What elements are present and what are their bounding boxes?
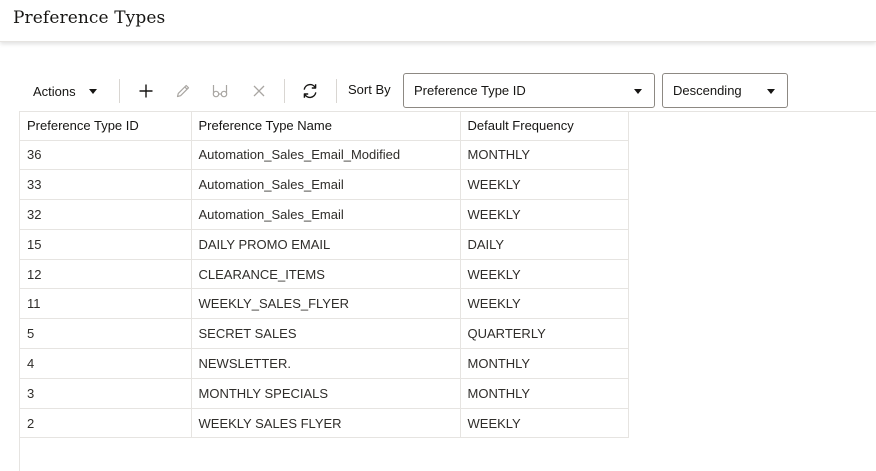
cell-preference-type-name: Automation_Sales_Email (191, 199, 461, 230)
table-row[interactable]: 11 WEEKLY_SALES_FLYER WEEKLY (20, 288, 629, 320)
cell-preference-type-id: 33 (20, 169, 192, 201)
table-row[interactable]: 12 CLEARANCE_ITEMS WEEKLY (20, 259, 629, 290)
chevron-down-icon (89, 89, 97, 94)
refresh-icon (303, 83, 317, 99)
cell-default-frequency: WEEKLY (460, 408, 629, 439)
cell-preference-type-id: 5 (20, 318, 192, 350)
table-row[interactable]: 5 SECRET SALES QUARTERLY (20, 318, 629, 350)
cell-preference-type-id: 3 (20, 378, 192, 409)
pencil-icon (176, 84, 190, 98)
table-row[interactable]: 3 MONTHLY SPECIALS MONTHLY (20, 378, 629, 409)
page-header: Preference Types (0, 0, 876, 42)
table-row[interactable]: 2 WEEKLY SALES FLYER WEEKLY (20, 408, 629, 439)
toolbar-divider (284, 79, 285, 103)
chevron-down-icon (767, 89, 775, 94)
cell-preference-type-name: DAILY PROMO EMAIL (191, 229, 461, 260)
cell-default-frequency: WEEKLY (460, 169, 629, 201)
sort-field-value: Preference Type ID (414, 83, 526, 98)
cell-preference-type-id: 32 (20, 199, 192, 230)
cell-preference-type-id: 15 (20, 229, 192, 260)
toolbar-divider (336, 79, 337, 103)
cell-preference-type-name: NEWSLETTER. (191, 348, 461, 379)
actions-menu-button[interactable]: Actions (25, 78, 117, 104)
delete-button[interactable] (245, 77, 273, 105)
preference-types-table: Preference Type ID Preference Type Name … (19, 111, 876, 471)
cell-default-frequency: MONTHLY (460, 378, 629, 409)
close-icon (253, 85, 265, 97)
cell-preference-type-name: Automation_Sales_Email (191, 169, 461, 201)
cell-default-frequency: WEEKLY (460, 288, 629, 320)
cell-preference-type-id: 2 (20, 408, 192, 439)
toolbar: Actions Sort By Preference Type ID Desce… (19, 71, 799, 111)
cell-default-frequency: QUARTERLY (460, 318, 629, 350)
cell-default-frequency: MONTHLY (460, 140, 629, 171)
view-button[interactable] (206, 77, 234, 105)
chevron-down-icon (634, 89, 642, 94)
cell-preference-type-name: MONTHLY SPECIALS (191, 378, 461, 409)
cell-default-frequency: MONTHLY (460, 348, 629, 379)
toolbar-divider (119, 79, 120, 103)
table-row[interactable]: 15 DAILY PROMO EMAIL DAILY (20, 229, 629, 260)
edit-button[interactable] (169, 77, 197, 105)
table-header-row: Preference Type ID Preference Type Name … (20, 112, 629, 141)
column-header-preference-type-id[interactable]: Preference Type ID (20, 112, 192, 141)
glasses-icon (212, 85, 228, 98)
cell-preference-type-id: 12 (20, 259, 192, 290)
cell-preference-type-name: CLEARANCE_ITEMS (191, 259, 461, 290)
plus-icon (139, 84, 153, 98)
cell-preference-type-id: 36 (20, 140, 192, 171)
cell-preference-type-id: 4 (20, 348, 192, 379)
sort-by-label: Sort By (348, 82, 391, 97)
add-button[interactable] (132, 77, 160, 105)
cell-preference-type-name: WEEKLY_SALES_FLYER (191, 288, 461, 320)
table-row[interactable]: 4 NEWSLETTER. MONTHLY (20, 348, 629, 379)
cell-preference-type-name: WEEKLY SALES FLYER (191, 408, 461, 439)
table-row[interactable]: 33 Automation_Sales_Email WEEKLY (20, 169, 629, 201)
cell-default-frequency: DAILY (460, 229, 629, 260)
page-title: Preference Types (13, 8, 166, 28)
sort-order-value: Descending (673, 83, 742, 98)
table-row[interactable]: 32 Automation_Sales_Email WEEKLY (20, 199, 629, 230)
cell-default-frequency: WEEKLY (460, 199, 629, 230)
data-table: Preference Type ID Preference Type Name … (20, 112, 629, 439)
refresh-button[interactable] (296, 77, 324, 105)
sort-field-select[interactable]: Preference Type ID (403, 73, 655, 108)
cell-preference-type-id: 11 (20, 288, 192, 320)
cell-preference-type-name: SECRET SALES (191, 318, 461, 350)
cell-default-frequency: WEEKLY (460, 259, 629, 290)
table-row[interactable]: 36 Automation_Sales_Email_Modified MONTH… (20, 140, 629, 171)
column-header-preference-type-name[interactable]: Preference Type Name (191, 112, 461, 141)
sort-order-select[interactable]: Descending (662, 73, 788, 108)
cell-preference-type-name: Automation_Sales_Email_Modified (191, 140, 461, 171)
actions-label: Actions (33, 84, 76, 99)
column-header-default-frequency[interactable]: Default Frequency (460, 112, 629, 141)
